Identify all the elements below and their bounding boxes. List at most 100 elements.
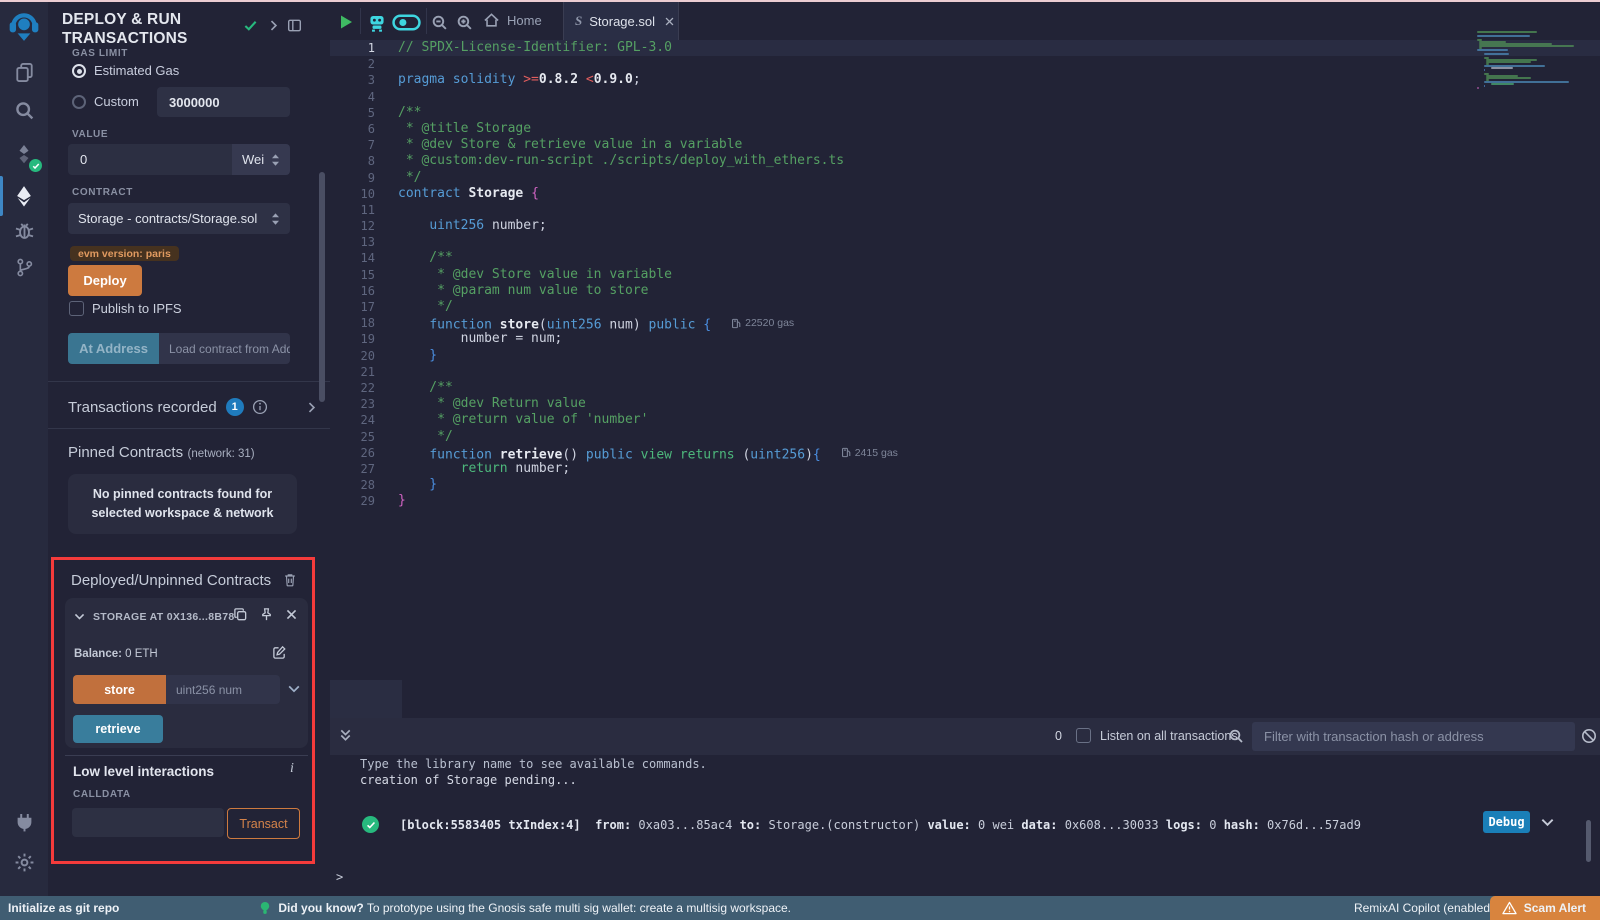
trash-icon[interactable] <box>283 572 297 587</box>
terminal-scrollbar[interactable] <box>1586 820 1591 862</box>
expand-tx-chevron-icon[interactable] <box>1540 815 1555 830</box>
code-line-27[interactable]: 27 return number; <box>330 461 1600 477</box>
close-tab-icon[interactable] <box>664 16 675 27</box>
code-line-11[interactable]: 11 <box>330 202 1600 218</box>
calldata-input[interactable] <box>72 808 224 837</box>
editor-bottom-corner <box>330 680 402 718</box>
code-line-20[interactable]: 20 } <box>330 348 1600 364</box>
code-line-4[interactable]: 4 <box>330 89 1600 105</box>
panel-check-icon <box>243 18 258 33</box>
code-line-26[interactable]: 26 function retrieve() public view retur… <box>330 445 1600 461</box>
line-number: 20 <box>330 348 375 364</box>
collapse-terminal-icon[interactable] <box>338 728 353 743</box>
debugger-icon[interactable] <box>0 211 48 249</box>
code-line-8[interactable]: 8 * @custom:dev-run-script ./scripts/dep… <box>330 153 1600 169</box>
publish-ipfs-checkbox[interactable] <box>69 301 84 316</box>
retrieve-button[interactable]: retrieve <box>73 715 163 743</box>
at-address-button[interactable]: At Address <box>68 333 159 364</box>
code-line-12[interactable]: 12 uint256 number; <box>330 218 1600 234</box>
code-line-7[interactable]: 7 * @dev Store & retrieve value in a var… <box>330 137 1600 153</box>
copilot-status[interactable]: RemixAI Copilot (enabled) <box>1354 901 1494 915</box>
code-line-9[interactable]: 9 */ <box>330 170 1600 186</box>
pin-panel-icon[interactable] <box>287 18 302 33</box>
close-icon[interactable] <box>285 608 298 621</box>
search-icon[interactable] <box>0 91 48 129</box>
contract-select[interactable]: Storage - contracts/Storage.sol <box>68 203 290 234</box>
chevron-right-icon[interactable] <box>305 401 318 414</box>
code-line-24[interactable]: 24 * @return value of 'number' <box>330 412 1600 428</box>
git-icon[interactable] <box>0 248 48 286</box>
tab-home[interactable]: Home <box>483 12 542 29</box>
value-unit-select[interactable]: Wei <box>232 144 290 175</box>
code-line-3[interactable]: 3pragma solidity >=0.8.2 <0.9.0; <box>330 72 1600 88</box>
git-init-status[interactable]: Initialize as git repo <box>8 901 119 915</box>
copy-icon[interactable] <box>233 607 248 622</box>
gas-limit-label: GAS LIMIT <box>72 48 128 59</box>
copilot-toggle-icon[interactable] <box>392 14 421 31</box>
deploy-button[interactable]: Deploy <box>68 265 142 296</box>
code-line-18[interactable]: 18 function store(uint256 num) public {2… <box>330 315 1600 331</box>
code-line-22[interactable]: 22 /** <box>330 380 1600 396</box>
terminal-filter-input[interactable]: Filter with transaction hash or address <box>1252 722 1575 751</box>
store-button[interactable]: store <box>73 675 166 704</box>
chevron-down-icon[interactable] <box>73 610 86 623</box>
edit-balance-icon[interactable] <box>272 645 287 660</box>
code-line-19[interactable]: 19 number = num; <box>330 331 1600 347</box>
custom-gas-input[interactable]: 3000000 <box>157 87 290 117</box>
code-editor[interactable]: 1// SPDX-License-Identifier: GPL-3.023pr… <box>330 40 1600 509</box>
code-line-25[interactable]: 25 */ <box>330 429 1600 445</box>
code-line-17[interactable]: 17 */ <box>330 299 1600 315</box>
panel-scrollbar[interactable] <box>319 172 325 402</box>
tip-text: To prototype using the Gnosis safe multi… <box>364 901 791 915</box>
code-line-6[interactable]: 6 * @title Storage <box>330 121 1600 137</box>
code-line-28[interactable]: 28 } <box>330 477 1600 493</box>
code-line-13[interactable]: 13 <box>330 234 1600 250</box>
custom-gas-radio[interactable] <box>72 95 86 109</box>
expand-args-chevron-icon[interactable] <box>287 682 301 696</box>
code-line-29[interactable]: 29} <box>330 493 1600 509</box>
store-arg-input[interactable]: uint256 num <box>166 675 280 704</box>
info-i-icon[interactable]: i <box>290 761 294 777</box>
clear-terminal-icon[interactable] <box>1581 728 1597 744</box>
code-line-15[interactable]: 15 * @dev Store value in variable <box>330 267 1600 283</box>
tab-storage-sol[interactable]: S Storage.sol <box>563 2 679 40</box>
code-line-10[interactable]: 10contract Storage { <box>330 186 1600 202</box>
code-line-5[interactable]: 5/** <box>330 105 1600 121</box>
ai-robot-icon[interactable] <box>366 12 388 33</box>
code-line-1[interactable]: 1// SPDX-License-Identifier: GPL-3.0 <box>330 40 1600 56</box>
remix-logo-icon[interactable] <box>0 6 48 48</box>
line-number: 22 <box>330 380 375 396</box>
contract-selected: Storage - contracts/Storage.sol <box>78 211 257 226</box>
editor-minimap[interactable] <box>1477 31 1589 89</box>
code-line-14[interactable]: 14 /** <box>330 250 1600 266</box>
scam-alert-badge[interactable]: Scam Alert <box>1490 896 1600 920</box>
line-number: 7 <box>330 137 375 153</box>
code-line-2[interactable]: 2 <box>330 56 1600 72</box>
pin-icon[interactable] <box>259 607 274 622</box>
settings-gear-icon[interactable] <box>0 843 48 881</box>
toolbar-separator <box>426 8 427 34</box>
listen-all-checkbox[interactable] <box>1076 728 1091 743</box>
transactions-recorded-row[interactable]: Transactions recorded 1 <box>68 396 318 418</box>
debug-button[interactable]: Debug <box>1483 811 1530 833</box>
plugin-manager-icon[interactable] <box>0 803 48 841</box>
zoom-out-icon[interactable] <box>431 14 448 31</box>
deploy-run-icon[interactable] <box>0 177 48 215</box>
line-number: 25 <box>330 429 375 445</box>
at-address-input[interactable]: Load contract from Addre <box>159 333 290 364</box>
solidity-compiler-icon[interactable] <box>0 135 48 173</box>
terminal-search-icon[interactable] <box>1228 728 1244 744</box>
terminal-prompt[interactable]: > <box>336 870 343 884</box>
estimated-gas-radio[interactable] <box>72 64 86 78</box>
code-line-23[interactable]: 23 * @dev Return value <box>330 396 1600 412</box>
code-line-21[interactable]: 21 <box>330 364 1600 380</box>
zoom-in-icon[interactable] <box>456 14 473 31</box>
value-input[interactable]: 0 <box>68 144 232 175</box>
info-circle-icon[interactable] <box>252 399 268 415</box>
tx-log-line[interactable]: [block:5583405 txIndex:4] from: 0xa03...… <box>400 818 1361 832</box>
transact-button[interactable]: Transact <box>227 808 300 839</box>
code-line-16[interactable]: 16 * @param num value to store <box>330 283 1600 299</box>
file-explorer-icon[interactable] <box>0 53 48 91</box>
panel-expand-chevron-icon[interactable] <box>267 19 280 32</box>
run-script-play-icon[interactable] <box>338 14 354 30</box>
